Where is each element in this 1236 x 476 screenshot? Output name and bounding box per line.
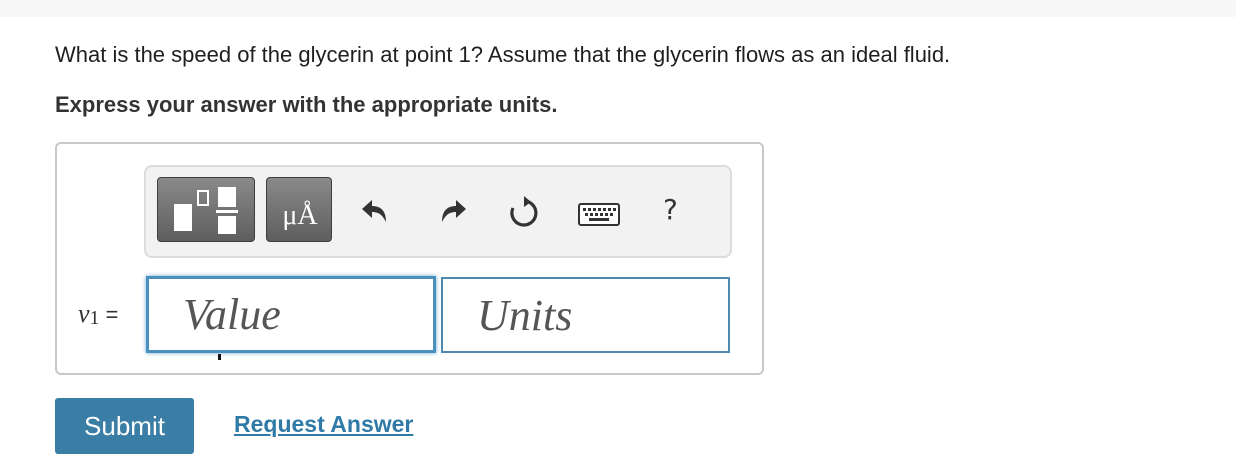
top-strip — [0, 0, 1236, 17]
answer-instruction: Express your answer with the appropriate… — [55, 92, 558, 117]
units-button[interactable]: μÅ — [266, 177, 332, 242]
keyboard-icon[interactable] — [578, 203, 620, 227]
request-answer-link[interactable]: Request Answer — [234, 410, 413, 438]
value-input[interactable] — [146, 276, 436, 353]
units-mu-angstrom-icon: μÅ — [282, 200, 318, 231]
reset-icon[interactable] — [507, 196, 541, 230]
undo-icon[interactable] — [360, 196, 390, 226]
variable-subscript: 1 — [89, 307, 100, 329]
variable-label: v1 = — [78, 299, 118, 330]
units-label: μÅ — [282, 200, 318, 231]
templates-button[interactable] — [157, 177, 255, 242]
units-input[interactable] — [441, 277, 730, 353]
submit-button[interactable]: Submit — [55, 398, 194, 454]
question-text: What is the speed of the glycerin at poi… — [55, 42, 951, 67]
fraction-templates-icon — [174, 187, 238, 234]
variable-symbol: v — [78, 299, 90, 328]
text-caret — [218, 354, 221, 360]
redo-icon[interactable] — [438, 196, 468, 226]
help-icon[interactable]: ? — [663, 193, 678, 227]
equals-sign: = — [105, 302, 119, 327]
